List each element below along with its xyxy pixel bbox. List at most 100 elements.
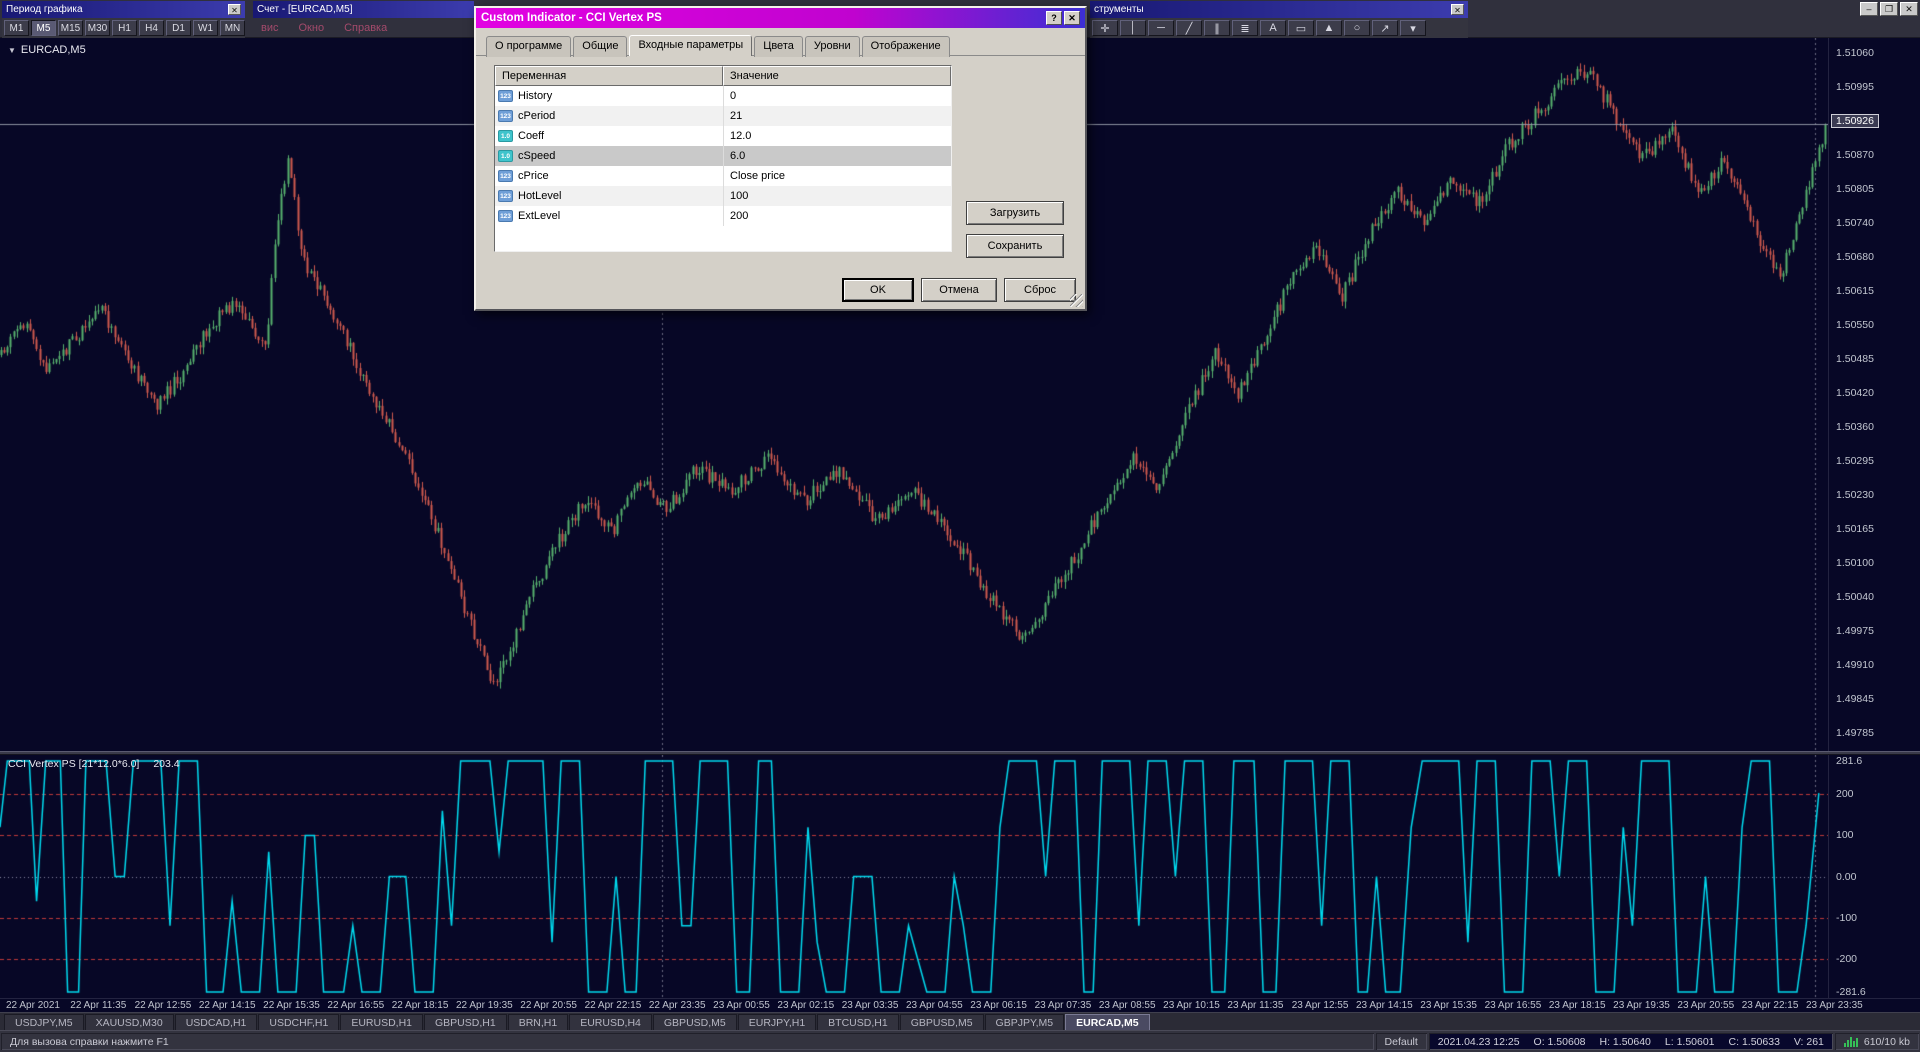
period-toolbar-title: Период графика	[6, 4, 83, 15]
chart-tab-eurcad-m5[interactable]: EURCAD,M5	[1065, 1014, 1149, 1030]
reset-button[interactable]: Сброс	[1004, 278, 1076, 302]
indicator-properties-dialog: Custom Indicator - CCI Vertex PS ? ✕ О п…	[474, 6, 1087, 311]
timeframe-m5-button[interactable]: M5	[31, 20, 56, 36]
timeframe-d1-button[interactable]: D1	[166, 20, 191, 36]
param-row-history[interactable]: 123History0	[495, 86, 951, 106]
price-axis-label: 1.50165	[1836, 523, 1874, 535]
ellipse-icon[interactable]: ○	[1344, 20, 1370, 36]
chart-tab-usdchf-h1[interactable]: USDCHF,H1	[258, 1014, 339, 1030]
chart-tab-usdcad-h1[interactable]: USDCAD,H1	[175, 1014, 258, 1030]
param-row-cprice[interactable]: 123cPriceClose price	[495, 166, 951, 186]
param-value[interactable]: 0	[723, 86, 951, 106]
minimize-button[interactable]: –	[1860, 2, 1878, 16]
ok-button[interactable]: OK	[842, 278, 914, 302]
parameters-table: Переменная Значение 123History0123cPerio…	[494, 65, 952, 252]
chart-tab-brn-h1[interactable]: BRN,H1	[508, 1014, 569, 1030]
restore-button[interactable]: ❐	[1880, 2, 1898, 16]
dialog-tab-о-программе[interactable]: О программе	[486, 36, 571, 57]
timeframe-w1-button[interactable]: W1	[193, 20, 218, 36]
dialog-tab-отображение[interactable]: Отображение	[862, 36, 950, 57]
param-row-cperiod[interactable]: 123cPeriod21	[495, 106, 951, 126]
help-icon[interactable]: ?	[1046, 11, 1062, 25]
indicator-canvas[interactable]	[0, 755, 1828, 998]
timeframe-h1-button[interactable]: H1	[112, 20, 137, 36]
horizontal-line-icon[interactable]: ─	[1148, 20, 1174, 36]
menu-item-справка[interactable]: Справка	[344, 22, 387, 34]
chart-tab-xauusd-m30[interactable]: XAUUSD,M30	[85, 1014, 174, 1030]
resize-grip[interactable]	[1070, 294, 1083, 307]
param-name: HotLevel	[518, 190, 561, 202]
more-tools-dropdown-icon[interactable]: ▾	[1400, 20, 1426, 36]
timeframe-m15-button[interactable]: M15	[58, 20, 83, 36]
text-icon[interactable]: A	[1260, 20, 1286, 36]
menu-item-окно[interactable]: Окно	[299, 22, 325, 34]
fibonacci-icon[interactable]: ≣	[1232, 20, 1258, 36]
param-row-coeff[interactable]: 1.0Coeff12.0	[495, 126, 951, 146]
period-toolbar-titlebar[interactable]: Период графика ✕	[2, 1, 245, 18]
tools-toolbar-titlebar[interactable]: струменты ✕	[1090, 1, 1468, 18]
dialog-tab-входные-параметры[interactable]: Входные параметры	[629, 35, 752, 56]
chevron-down-icon[interactable]: ▼	[8, 46, 16, 55]
timeframe-m30-button[interactable]: M30	[85, 20, 110, 36]
indicator-axis-label: -200	[1836, 953, 1857, 965]
close-button[interactable]: ✕	[1900, 2, 1918, 16]
timeframe-m1-button[interactable]: M1	[4, 20, 29, 36]
chart-tab-gbpusd-h1[interactable]: GBPUSD,H1	[424, 1014, 507, 1030]
dialog-tab-уровни[interactable]: Уровни	[805, 36, 860, 57]
status-quote-panel: 2021.04.23 12:25 O: 1.50608 H: 1.50640 L…	[1429, 1033, 1833, 1050]
close-icon[interactable]: ✕	[1451, 4, 1464, 15]
parameters-table-header: Переменная Значение	[495, 66, 951, 86]
param-value[interactable]: 200	[723, 206, 951, 226]
dialog-tab-общие[interactable]: Общие	[573, 36, 627, 57]
param-value[interactable]: 100	[723, 186, 951, 206]
status-profile[interactable]: Default	[1376, 1033, 1427, 1050]
dialog-tab-цвета[interactable]: Цвета	[754, 36, 803, 57]
dialog-tabs: О программеОбщиеВходные параметрыЦветаУр…	[476, 28, 1085, 56]
chart-tab-gbpusd-m5[interactable]: GBPUSD,M5	[900, 1014, 984, 1030]
chart-tab-eurusd-h1[interactable]: EURUSD,H1	[340, 1014, 423, 1030]
drawing-tools: ✛│─╱∥≣A▭▲○↗▾	[1090, 18, 1468, 38]
time-axis-label: 23 Apr 08:55	[1099, 1000, 1156, 1011]
dialog-titlebar[interactable]: Custom Indicator - CCI Vertex PS ? ✕	[476, 8, 1085, 28]
close-icon[interactable]: ✕	[228, 4, 241, 15]
indicator-axis[interactable]: 281.62001000.00-100-200-281.6	[1828, 755, 1920, 998]
chart-tab-btcusd-h1[interactable]: BTCUSD,H1	[817, 1014, 899, 1030]
timeframe-buttons: M1M5M15M30H1H4D1W1MN	[2, 18, 245, 38]
price-axis-label: 1.49845	[1836, 693, 1874, 705]
time-axis[interactable]: 22 Apr 202122 Apr 11:3522 Apr 12:5522 Ap…	[0, 998, 1920, 1012]
trendline-icon[interactable]: ╱	[1176, 20, 1202, 36]
indicator-axis-label: 100	[1836, 829, 1854, 841]
save-button[interactable]: Сохранить	[966, 234, 1064, 258]
triangle-icon[interactable]: ▲	[1316, 20, 1342, 36]
param-value[interactable]: 6.0	[723, 146, 951, 166]
param-row-cspeed[interactable]: 1.0cSpeed6.0	[495, 146, 951, 166]
param-value[interactable]: 12.0	[723, 126, 951, 146]
load-button[interactable]: Загрузить	[966, 201, 1064, 225]
crosshair-icon[interactable]: ✛	[1092, 20, 1118, 36]
timeframe-h4-button[interactable]: H4	[139, 20, 164, 36]
column-header-variable[interactable]: Переменная	[495, 66, 723, 86]
time-axis-label: 23 Apr 22:15	[1742, 1000, 1799, 1011]
time-axis-label: 23 Apr 15:35	[1420, 1000, 1477, 1011]
vertical-line-icon[interactable]: │	[1120, 20, 1146, 36]
account-titlebar[interactable]: Счет - [EURCAD,M5]	[253, 1, 474, 18]
close-icon[interactable]: ✕	[1064, 11, 1080, 25]
chart-tab-gbpusd-m5[interactable]: GBPUSD,M5	[653, 1014, 737, 1030]
param-row-extlevel[interactable]: 123ExtLevel200	[495, 206, 951, 226]
timeframe-mn-button[interactable]: MN	[220, 20, 245, 36]
chart-tab-usdjpy-m5[interactable]: USDJPY,M5	[4, 1014, 84, 1030]
arrow-icon[interactable]: ↗	[1372, 20, 1398, 36]
param-row-hotlevel[interactable]: 123HotLevel100	[495, 186, 951, 206]
cancel-button[interactable]: Отмена	[921, 278, 997, 302]
param-value[interactable]: 21	[723, 106, 951, 126]
rectangle-icon[interactable]: ▭	[1288, 20, 1314, 36]
param-value[interactable]: Close price	[723, 166, 951, 186]
menu-item-вис[interactable]: вис	[261, 22, 279, 34]
price-axis[interactable]: 1.510601.509951.509261.508701.508051.507…	[1828, 38, 1920, 751]
chart-tab-eurusd-h4[interactable]: EURUSD,H4	[569, 1014, 652, 1030]
chart-tab-eurjpy-h1[interactable]: EURJPY,H1	[738, 1014, 816, 1030]
chart-tab-gbpjpy-m5[interactable]: GBPJPY,M5	[985, 1014, 1065, 1030]
column-header-value[interactable]: Значение	[723, 66, 951, 86]
int-param-icon: 123	[498, 110, 513, 122]
channel-icon[interactable]: ∥	[1204, 20, 1230, 36]
